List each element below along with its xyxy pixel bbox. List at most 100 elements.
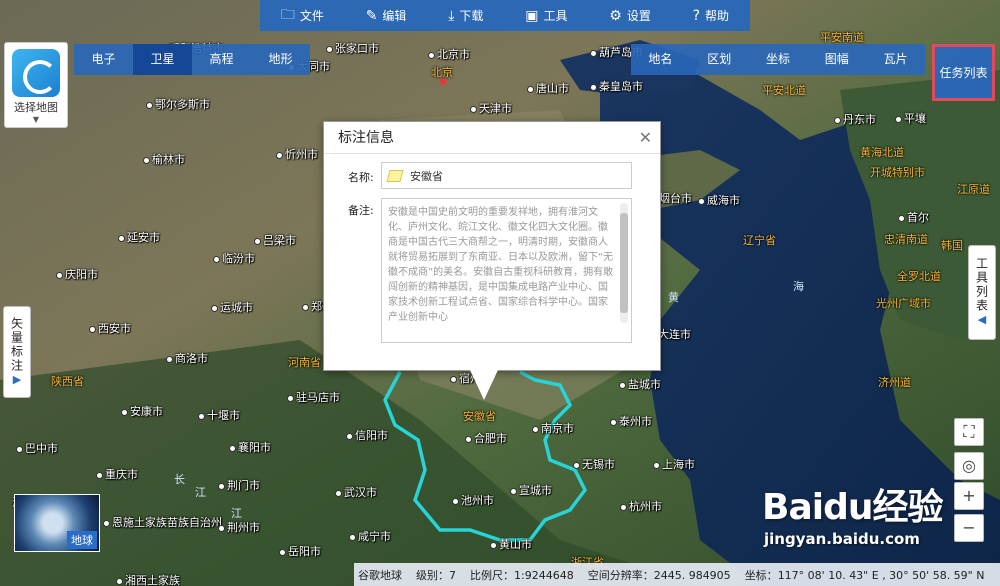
caret-down-icon: ▼ [32, 115, 40, 124]
name-field[interactable]: 安徽省 [381, 162, 632, 189]
city-label: 丹东市 [834, 111, 876, 127]
water-label: 黄 [668, 291, 679, 304]
city-label: 安康市 [121, 403, 163, 419]
help-menu-button[interactable]: ? 帮助 [693, 7, 729, 24]
city-label: 无锡市 [573, 456, 615, 472]
settings-menu-button[interactable]: ⚙ 设置 [609, 7, 651, 24]
province-label: 光州广域市 [876, 297, 931, 310]
overlay-toggle[interactable]: 坐标 [749, 44, 808, 75]
city-label: 荆门市 [218, 477, 260, 493]
map-type-tab[interactable]: 高程 [192, 44, 251, 75]
city-label: 忻州市 [276, 146, 318, 162]
province-label: 河南省 [288, 356, 321, 369]
city-label: 秦皇岛市 [590, 78, 643, 94]
city-label: 天津市 [470, 100, 512, 116]
water-label: 江 [195, 486, 206, 499]
overlay-toggle[interactable]: 地名 [631, 44, 690, 75]
tool-list-tab[interactable]: 工具列表 ◀ [968, 245, 996, 340]
province-label: 江原道 [957, 183, 990, 196]
overlay-toggle[interactable]: 图幅 [807, 44, 866, 75]
select-map-button[interactable]: 选择地图 ▼ [4, 42, 68, 128]
water-label: 海 [793, 280, 804, 293]
city-label: 庆阳市 [56, 266, 98, 282]
task-list-button[interactable]: 任务列表 [932, 44, 995, 101]
fullscreen-button[interactable]: ⛶ [954, 418, 984, 446]
locate-icon: ◎ [962, 456, 976, 475]
province-label: 北京 [431, 66, 453, 79]
status-level: 级别：7 [416, 568, 456, 582]
main-toolbar: 🗀 文件 ✎ 编辑 ⤓ 下载 ▣ 工具 ⚙ 设置 ? 帮助 [260, 0, 750, 31]
city-label: 榆林市 [143, 151, 185, 167]
dialog-title: 标注信息 [324, 122, 660, 154]
note-scrollbar[interactable] [620, 203, 628, 323]
map-type-tab[interactable]: 地形 [251, 44, 310, 75]
edit-menu-button[interactable]: ✎ 编辑 [366, 7, 407, 24]
city-label: 上海市 [653, 456, 695, 472]
province-label: 济州道 [878, 376, 911, 389]
city-label: 泰州市 [610, 413, 652, 429]
tools-menu-button[interactable]: ▣ 工具 [525, 7, 567, 24]
file-menu-button[interactable]: 🗀 文件 [281, 4, 324, 28]
zoom-in-button[interactable]: + [954, 482, 984, 510]
city-label: 鄂尔多斯市 [146, 96, 210, 112]
city-label: 首尔 [898, 209, 929, 225]
province-label: 安徽省 [463, 410, 496, 423]
city-label: 延安市 [118, 229, 160, 245]
overlay-toggle[interactable]: 区划 [690, 44, 749, 75]
gear-icon: ⚙ [609, 7, 622, 24]
dialog-pointer [470, 370, 498, 400]
overlay-toggle[interactable]: 瓦片 [866, 44, 925, 75]
city-label: 黄山市 [490, 536, 532, 552]
note-textarea[interactable]: 安徽是中国史前文明的重要发祥地，拥有淮河文化、庐州文化、皖江文化、徽文化四大文化… [381, 198, 632, 343]
name-label: 名称: [348, 171, 374, 184]
status-bar: 谷歌地球 级别：7 比例尺：1:9244648 空间分辨率：2445. 9849… [354, 563, 1000, 586]
minus-icon: − [962, 518, 976, 537]
map-type-tab[interactable]: 卫星 [133, 44, 192, 75]
province-label: 忠清南道 [884, 233, 928, 246]
city-label: 信阳市 [346, 427, 388, 443]
city-label: 运城市 [211, 299, 253, 315]
zoom-out-button[interactable]: − [954, 514, 984, 542]
edit-icon: ✎ [365, 7, 378, 24]
province-label: 平安南道 [820, 31, 864, 44]
city-label: 池州市 [452, 492, 494, 508]
province-label: 开城特别市 [870, 166, 925, 179]
close-icon[interactable]: ✕ [639, 128, 652, 147]
folder-icon: 🗀 [280, 6, 295, 23]
overlay-toggles: 地名 区划 坐标 图幅 瓦片 [631, 44, 925, 75]
scrollbar-thumb[interactable] [620, 213, 628, 313]
toolbox-icon: ▣ [525, 7, 539, 24]
city-label: 南京市 [532, 420, 574, 436]
city-label: 岳阳市 [279, 543, 321, 559]
map-type-tabs: 电子 卫星 高程 地形 [74, 44, 310, 75]
city-label: 宣城市 [510, 482, 552, 498]
province-label: 韩国 [941, 239, 963, 252]
city-label: 咸宁市 [349, 528, 391, 544]
chevron-right-icon: ▶ [10, 372, 24, 388]
download-icon: ⤓ [448, 7, 455, 24]
locate-button[interactable]: ◎ [954, 452, 984, 480]
water-label: 江 [231, 507, 242, 520]
province-label: 陕西省 [51, 375, 84, 388]
city-label: 张家口市 [326, 40, 379, 56]
city-label: 襄阳市 [229, 439, 271, 455]
city-label: 杭州市 [620, 498, 662, 514]
status-map-name: 谷歌地球 [358, 568, 402, 582]
city-label: 湘西土家族 [116, 572, 180, 586]
map-logo-icon [12, 49, 60, 97]
province-label: 全罗北道 [897, 270, 941, 283]
city-label: 盐城市 [619, 376, 661, 392]
download-menu-button[interactable]: ⤓ 下载 [448, 7, 483, 24]
vector-annotation-tab[interactable]: 矢量标注 ▶ [3, 306, 31, 398]
city-label: 商洛市 [166, 350, 208, 366]
city-label: 恩施土家族苗族自治州 [103, 514, 222, 530]
city-label: 西安市 [89, 320, 131, 336]
map-type-tab[interactable]: 电子 [74, 44, 133, 75]
city-label: 荆州市 [218, 519, 260, 535]
city-label: 巴中市 [16, 440, 58, 456]
province-label: 平安北道 [762, 84, 806, 97]
globe-thumbnail[interactable]: 地球 [14, 494, 100, 552]
polygon-icon [386, 169, 404, 182]
city-label: 威海市 [698, 192, 740, 208]
city-label: 重庆市 [96, 466, 138, 482]
